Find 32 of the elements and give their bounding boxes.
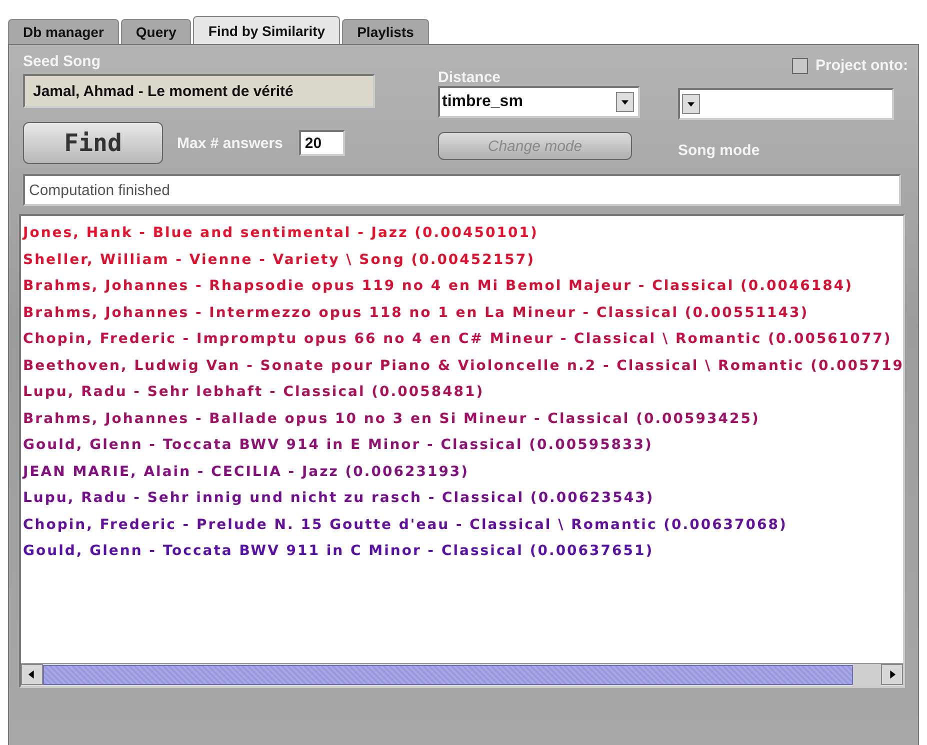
scroll-right-icon[interactable]	[881, 664, 903, 685]
result-item[interactable]: Brahms, Johannes - Ballade opus 10 no 3 en Si Mineur - Classical (0.00593425)	[23, 406, 903, 432]
max-answers-label: Max # answers	[177, 134, 283, 152]
result-item[interactable]: JEAN MARIE, Alain - CECILIA - Jazz (0.00623193)	[23, 458, 903, 485]
result-item[interactable]: Sheller, William - Vienne - Variety \ Song (0.00452157)	[23, 246, 903, 273]
tab[interactable]: Playlists	[342, 19, 429, 44]
result-item[interactable]: Lupu, Radu - Sehr innig und nicht zu rasch - Classical (0.00623543)	[23, 485, 903, 512]
scroll-left-icon[interactable]	[21, 664, 43, 685]
scrollbar-thumb[interactable]	[43, 665, 853, 685]
result-item[interactable]: Chopin, Frederic - Impromptu opus 66 no 4 en C# Mineur - Classical \ Romantic (0.00561077)	[23, 326, 903, 352]
mode-label: Song mode	[678, 142, 761, 159]
result-item[interactable]: Beethoven, Ludwig Van - Sonate pour Piano & Violoncelle n.2 - Classical \ Romantic (0.005719	[23, 352, 903, 379]
seed-song-field[interactable]: Jamal, Ahmad - Le moment de vérité	[23, 74, 375, 108]
distance-dropdown[interactable]: timbre_sm	[438, 86, 640, 118]
tab[interactable]: Query	[120, 19, 192, 44]
result-item[interactable]: Brahms, Johannes - Intermezzo opus 118 no 1 en La Mineur - Classical (0.00551143)	[23, 300, 903, 326]
result-item[interactable]: Jones, Hank - Blue and sentimental - Jazz (0.00450101)	[23, 220, 903, 246]
project-onto-dropdown[interactable]	[678, 88, 894, 120]
status-field: Computation finished	[23, 174, 901, 206]
result-item[interactable]: Chopin, Frederic - Prelude N. 15 Goutte d'eau - Classical \ Romantic (0.00637068)	[23, 512, 903, 538]
find-button[interactable]: Find	[23, 122, 163, 164]
seed-song-label: Seed Song	[23, 53, 102, 70]
project-onto-checkbox[interactable]	[792, 58, 808, 74]
result-item[interactable]: Gould, Glenn - Toccata BWV 914 in E Minor - Classical (0.00595833)	[23, 432, 903, 458]
distance-label: Distance	[438, 69, 502, 86]
tab[interactable]: Find by Similarity	[193, 16, 340, 44]
tab[interactable]: Db manager	[8, 19, 119, 44]
result-item[interactable]: Lupu, Radu - Sehr lebhaft - Classical (0.0058481)	[23, 379, 903, 406]
result-item[interactable]: Brahms, Johannes - Rhapsodie opus 119 no 4 en Mi Bemol Majeur - Classical (0.0046184)	[23, 273, 903, 300]
result-item[interactable]: Gould, Glenn - Toccata BWV 911 in C Minor - Classical (0.00637651)	[23, 538, 903, 564]
project-onto-label: Project onto:	[816, 57, 908, 74]
max-answers-field[interactable]: 20	[298, 130, 345, 156]
